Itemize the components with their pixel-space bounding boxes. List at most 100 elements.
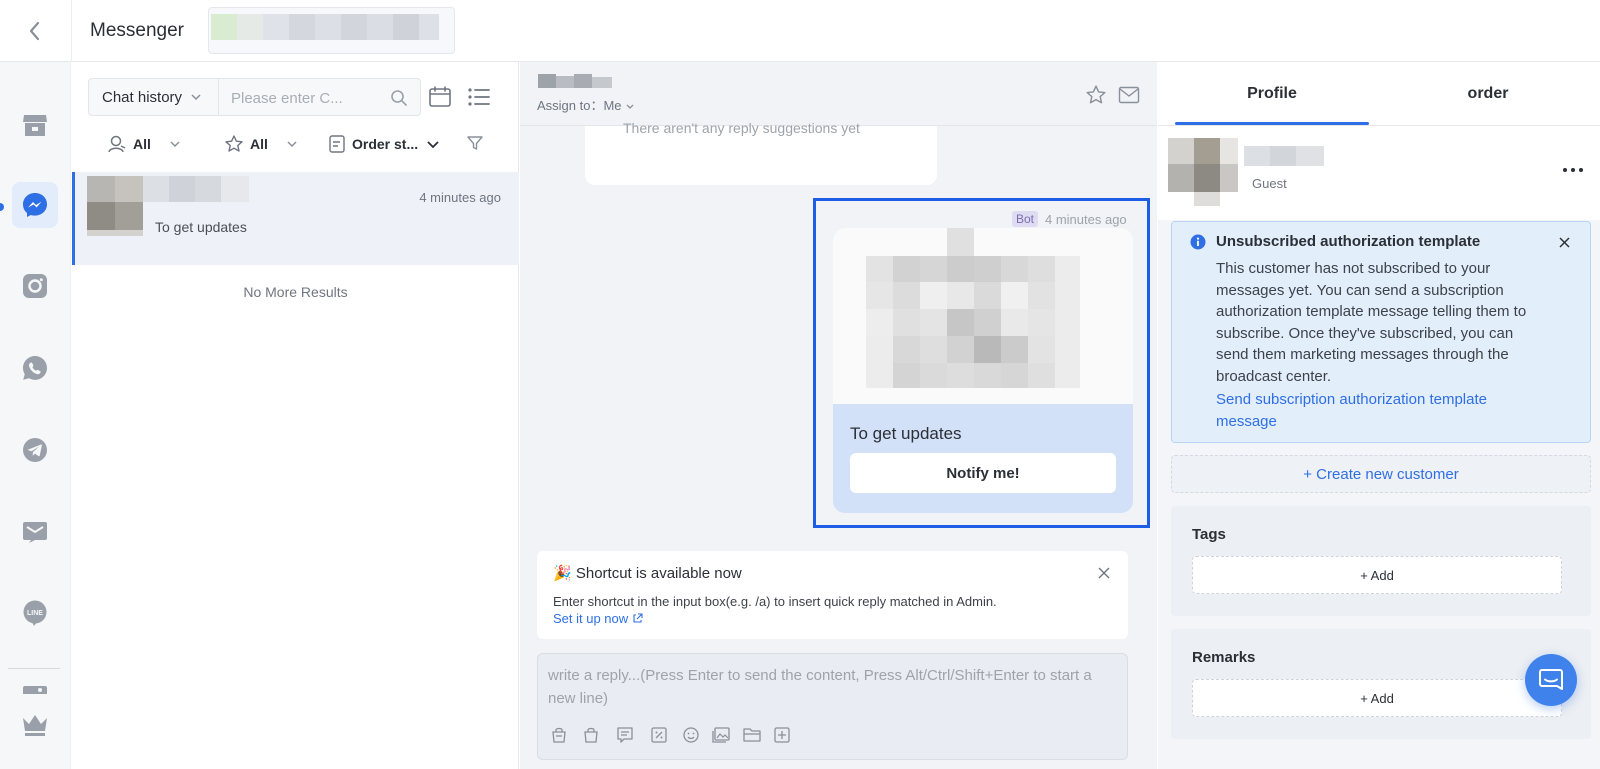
list-view-button[interactable] xyxy=(464,82,494,112)
rail-item-whatsapp[interactable] xyxy=(12,345,58,391)
shortcut-tip-description: Enter shortcut in the input box(e.g. /a)… xyxy=(553,594,997,609)
setup-shortcut-link[interactable]: Set it up now xyxy=(553,611,643,626)
add-tag-button[interactable]: + Add xyxy=(1192,556,1562,594)
chat-bubble-icon xyxy=(1539,669,1563,690)
assign-label: Assign to：Me xyxy=(537,98,622,113)
add-attachment-button[interactable] xyxy=(771,724,793,746)
order-status-filter-label: Order st... xyxy=(352,136,419,152)
product-bag-button[interactable] xyxy=(548,724,570,746)
person-icon xyxy=(108,135,126,153)
search-box xyxy=(218,78,421,116)
rail-item-premium[interactable] xyxy=(12,702,58,748)
rail-item-media[interactable] xyxy=(12,670,58,694)
add-box-icon xyxy=(774,727,790,743)
remarks-title: Remarks xyxy=(1192,649,1256,666)
image-icon xyxy=(23,686,47,694)
rail-item-store[interactable] xyxy=(12,102,58,148)
info-icon xyxy=(1190,234,1206,250)
funnel-icon xyxy=(467,136,483,150)
quick-reply-button[interactable] xyxy=(614,724,636,746)
back-button[interactable] xyxy=(20,16,50,46)
notice-body: This customer has not subscribed to your… xyxy=(1216,260,1527,385)
tab-order[interactable]: order xyxy=(1391,62,1585,126)
folder-button[interactable] xyxy=(741,724,763,746)
message-image xyxy=(833,228,1133,404)
whatsapp-icon xyxy=(23,356,47,380)
chevron-down-icon xyxy=(626,104,634,109)
discount-button[interactable] xyxy=(648,724,670,746)
support-chat-button[interactable] xyxy=(1525,654,1577,706)
shopping-bag-icon xyxy=(552,727,566,743)
search-icon[interactable] xyxy=(390,89,408,107)
advanced-filter-button[interactable] xyxy=(460,128,490,158)
email-icon xyxy=(23,522,47,543)
conversation-item[interactable]: 4 minutes ago To get updates xyxy=(72,172,519,265)
order-status-filter[interactable]: Order st... xyxy=(328,130,440,158)
chat-history-dropdown[interactable]: Chat history xyxy=(88,78,218,116)
star-icon xyxy=(1086,85,1106,104)
header-divider xyxy=(71,0,72,62)
more-horizontal-icon xyxy=(1563,168,1583,172)
chevron-down-icon xyxy=(170,141,180,148)
reply-suggestions-card: There aren't any reply suggestions yet xyxy=(585,120,937,185)
external-link-icon xyxy=(633,613,643,623)
folder-icon xyxy=(743,728,761,742)
document-icon xyxy=(329,135,345,153)
image-upload-button[interactable] xyxy=(710,724,732,746)
assignee-filter-label: All xyxy=(133,136,151,152)
chat-history-label: Chat history xyxy=(102,88,183,106)
send-template-link[interactable]: Send subscription authorization template… xyxy=(1216,389,1546,432)
store-selector[interactable] xyxy=(208,7,455,54)
star-filter[interactable]: All xyxy=(224,130,298,158)
chat-panel: Assign to：Me There aren't any reply sugg… xyxy=(520,62,1157,769)
line-icon: LINE xyxy=(23,600,47,626)
unsubscribed-notice: Unsubscribed authorization template This… xyxy=(1171,221,1591,443)
favorite-button[interactable] xyxy=(1081,80,1111,110)
notify-me-button[interactable]: Notify me! xyxy=(850,453,1116,493)
tab-profile[interactable]: Profile xyxy=(1175,62,1369,126)
tags-title: Tags xyxy=(1192,526,1226,543)
emoji-button[interactable] xyxy=(680,724,702,746)
close-button[interactable] xyxy=(1554,232,1574,252)
crown-icon xyxy=(23,715,47,736)
customer-type-label: Guest xyxy=(1252,176,1287,191)
bag-icon xyxy=(584,727,598,743)
chevron-down-icon xyxy=(427,140,439,148)
rail-item-telegram[interactable] xyxy=(12,427,58,473)
active-tab-indicator xyxy=(1175,122,1369,125)
bot-badge: Bot xyxy=(1012,211,1039,227)
active-indicator-dot xyxy=(0,203,4,211)
list-icon xyxy=(468,88,490,106)
calendar-button[interactable] xyxy=(425,82,455,112)
reply-input[interactable] xyxy=(548,664,1118,714)
telegram-icon xyxy=(23,438,47,462)
customer-name-blurred xyxy=(1244,146,1324,166)
notice-title: Unsubscribed authorization template xyxy=(1216,233,1481,250)
rail-item-messenger[interactable] xyxy=(12,182,58,228)
assignee-filter[interactable]: All xyxy=(107,130,181,158)
message-time: 4 minutes ago xyxy=(1045,212,1127,227)
bag-button[interactable] xyxy=(580,724,602,746)
discount-icon xyxy=(651,727,667,743)
close-button[interactable] xyxy=(1094,563,1114,583)
assign-dropdown[interactable]: Assign to：Me xyxy=(537,95,635,114)
calendar-icon xyxy=(429,86,451,107)
search-input[interactable] xyxy=(231,87,381,109)
add-remark-button[interactable]: + Add xyxy=(1192,679,1562,717)
customer-profile-row xyxy=(1158,126,1600,220)
contact-name-blurred xyxy=(538,74,612,88)
mail-button[interactable] xyxy=(1114,80,1144,110)
emoji-icon xyxy=(683,727,699,743)
tags-section: Tags + Add xyxy=(1171,506,1591,616)
quick-reply-icon xyxy=(617,727,633,743)
reply-suggestions-text: There aren't any reply suggestions yet xyxy=(623,120,860,136)
shortcut-tip-title: 🎉 Shortcut is available now xyxy=(553,565,742,582)
create-customer-button[interactable]: + Create new customer xyxy=(1171,455,1591,493)
reply-composer xyxy=(537,653,1128,760)
rail-item-instagram[interactable] xyxy=(12,263,58,309)
rail-item-line[interactable]: LINE xyxy=(12,590,58,636)
rail-item-email[interactable] xyxy=(12,509,58,555)
contact-name-blurred xyxy=(143,176,249,202)
more-options-button[interactable] xyxy=(1558,158,1588,182)
chevron-left-icon xyxy=(29,21,40,41)
